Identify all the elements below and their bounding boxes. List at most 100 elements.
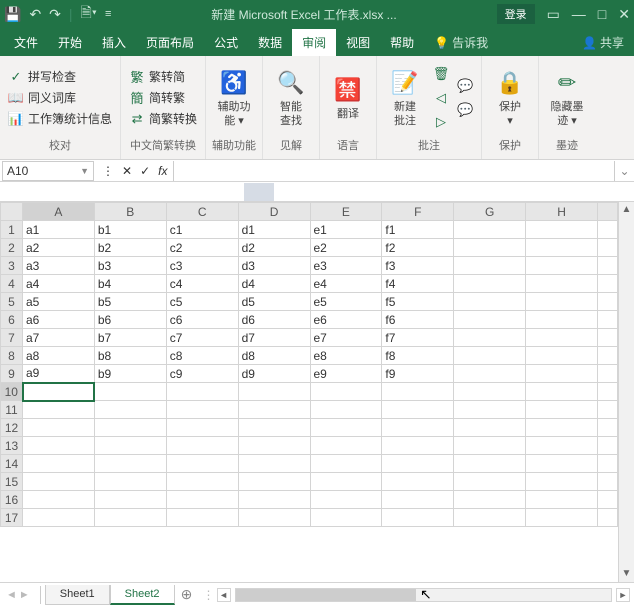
trad-to-simp-button[interactable]: 繁繁转简 (127, 67, 199, 86)
cell-G17[interactable] (454, 509, 526, 527)
cell-C2[interactable]: c2 (166, 239, 238, 257)
cell-G2[interactable] (454, 239, 526, 257)
cell-H14[interactable] (526, 455, 598, 473)
cell-D2[interactable]: d2 (238, 239, 310, 257)
cell-F4[interactable]: f4 (382, 275, 454, 293)
cell-H16[interactable] (526, 491, 598, 509)
tab-帮助[interactable]: 帮助 (380, 29, 424, 56)
cell-C13[interactable] (166, 437, 238, 455)
show-all-comments-button[interactable]: 💬 (455, 101, 475, 119)
cell-E6[interactable]: e6 (310, 311, 382, 329)
cell-E13[interactable] (310, 437, 382, 455)
minimize-icon[interactable]: — (572, 6, 586, 22)
cell-A16[interactable] (23, 491, 95, 509)
cell-B16[interactable] (94, 491, 166, 509)
row-header-15[interactable]: 15 (1, 473, 23, 491)
cell-H13[interactable] (526, 437, 598, 455)
cell-D11[interactable] (238, 401, 310, 419)
cell-A15[interactable] (23, 473, 95, 491)
tab-视图[interactable]: 视图 (336, 29, 380, 56)
cell-A13[interactable] (23, 437, 95, 455)
cell-D12[interactable] (238, 419, 310, 437)
cell-H15[interactable] (526, 473, 598, 491)
cell-E16[interactable] (310, 491, 382, 509)
row-header-7[interactable]: 7 (1, 329, 23, 347)
expand-formula-bar-icon[interactable]: ⌄ (614, 161, 634, 181)
cell-E8[interactable]: e8 (310, 347, 382, 365)
cell-F10[interactable] (382, 383, 454, 401)
cell-E7[interactable]: e7 (310, 329, 382, 347)
cell-D3[interactable]: d3 (238, 257, 310, 275)
undo-icon[interactable]: ↶ (29, 6, 41, 23)
cell-B3[interactable]: b3 (94, 257, 166, 275)
ribbon-display-icon[interactable]: ▭ (547, 6, 560, 23)
cell-G7[interactable] (454, 329, 526, 347)
col-header-F[interactable]: F (382, 203, 454, 221)
cell-F1[interactable]: f1 (382, 221, 454, 239)
cell-G4[interactable] (454, 275, 526, 293)
cell-G10[interactable] (454, 383, 526, 401)
cell-B7[interactable]: b7 (94, 329, 166, 347)
sheet-tab-Sheet2[interactable]: Sheet2 (110, 585, 175, 605)
sheet-nav-next-icon[interactable]: ► (19, 589, 30, 601)
cell-H2[interactable] (526, 239, 598, 257)
name-box[interactable]: A10▼ (2, 161, 94, 181)
cell-B13[interactable] (94, 437, 166, 455)
col-header-H[interactable]: H (526, 203, 598, 221)
cell-E11[interactable] (310, 401, 382, 419)
cell-A2[interactable]: a2 (23, 239, 95, 257)
cell-A12[interactable] (23, 419, 95, 437)
cell-H3[interactable] (526, 257, 598, 275)
tab-开始[interactable]: 开始 (48, 29, 92, 56)
cell-C8[interactable]: c8 (166, 347, 238, 365)
hscroll-left-icon[interactable]: ◄ (217, 588, 231, 602)
tab-文件[interactable]: 文件 (4, 29, 48, 56)
cell-F14[interactable] (382, 455, 454, 473)
cell-H7[interactable] (526, 329, 598, 347)
cell-H9[interactable] (526, 365, 598, 383)
share-button[interactable]: 👤共享 (576, 29, 630, 56)
formula-menu-icon[interactable]: ⋮ (102, 164, 114, 178)
cell-H11[interactable] (526, 401, 598, 419)
cell-E15[interactable] (310, 473, 382, 491)
row-header-1[interactable]: 1 (1, 221, 23, 239)
cancel-formula-icon[interactable]: ✕ (122, 164, 132, 178)
cell-B1[interactable]: b1 (94, 221, 166, 239)
cell-A17[interactable] (23, 509, 95, 527)
cell-A11[interactable] (23, 401, 95, 419)
cell-G16[interactable] (454, 491, 526, 509)
tab-插入[interactable]: 插入 (92, 29, 136, 56)
tab-数据[interactable]: 数据 (248, 29, 292, 56)
row-header-5[interactable]: 5 (1, 293, 23, 311)
cell-C12[interactable] (166, 419, 238, 437)
cell-D5[interactable]: d5 (238, 293, 310, 311)
cell-D14[interactable] (238, 455, 310, 473)
cell-C4[interactable]: c4 (166, 275, 238, 293)
cell-F2[interactable]: f2 (382, 239, 454, 257)
cell-H5[interactable] (526, 293, 598, 311)
formula-input[interactable] (173, 161, 614, 181)
prev-comment-button[interactable]: ◁ (431, 89, 451, 107)
cell-H4[interactable] (526, 275, 598, 293)
row-header-10[interactable]: 10 (1, 383, 23, 401)
enter-formula-icon[interactable]: ✓ (140, 164, 150, 178)
cell-F16[interactable] (382, 491, 454, 509)
cell-B15[interactable] (94, 473, 166, 491)
add-sheet-button[interactable]: ⊕ (175, 586, 199, 603)
tell-me-button[interactable]: 💡告诉我 (428, 29, 494, 56)
save-icon[interactable]: 💾 (4, 6, 21, 23)
next-comment-button[interactable]: ▷ (431, 113, 451, 131)
row-header-16[interactable]: 16 (1, 491, 23, 509)
show-comment-button[interactable]: 💬 (455, 77, 475, 95)
cell-C14[interactable] (166, 455, 238, 473)
translate-button[interactable]: 🈲翻译 (326, 72, 370, 123)
cell-B2[interactable]: b2 (94, 239, 166, 257)
thesaurus-button[interactable]: 📖同义词库 (6, 88, 114, 107)
protect-button[interactable]: 🔒保护 ▾ (488, 65, 532, 129)
delete-comment-button[interactable]: 🗑 (431, 65, 451, 83)
cell-E4[interactable]: e4 (310, 275, 382, 293)
cell-C9[interactable]: c9 (166, 365, 238, 383)
cell-F11[interactable] (382, 401, 454, 419)
cell-B14[interactable] (94, 455, 166, 473)
cell-F5[interactable]: f5 (382, 293, 454, 311)
